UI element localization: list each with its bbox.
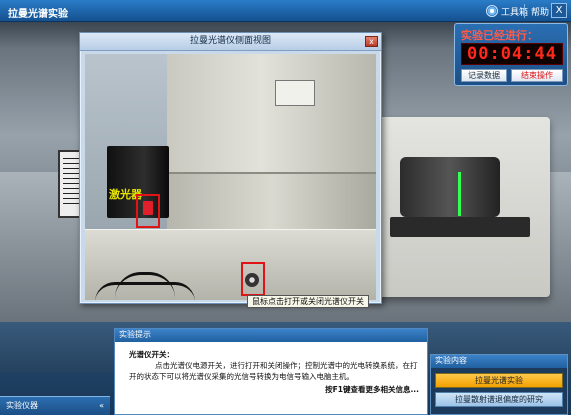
elapsed-label: 实验已经进行： [461, 29, 538, 42]
laser-switch-highlight[interactable] [136, 194, 160, 228]
tips-title: 实验提示 [115, 329, 427, 342]
app-title: 拉曼光谱实验 [8, 9, 68, 20]
record-data-button[interactable]: 记录数据 [461, 69, 507, 82]
end-operation-button[interactable]: 结束操作 [511, 69, 563, 82]
switch-tooltip: 鼠标点击打开或关闭光谱仪开关 [247, 295, 369, 308]
tips-text: 点击光谱仪电源开关，进行打开和关闭操作；控制光谱中的光电转换系统，在打开的状态下… [129, 361, 418, 381]
laser-beam [458, 172, 461, 216]
content-title: 实验内容 [431, 355, 567, 368]
dialog-title: 拉曼光谱仪侧面视图 [80, 33, 381, 51]
experiment-content-panel: 实验内容 拉曼光谱实验 拉曼散射谱退偏度的研究 [430, 354, 568, 415]
signal-cable [95, 282, 195, 300]
optical-device[interactable] [400, 157, 500, 217]
expand-arrow-icon[interactable]: « [99, 397, 104, 414]
title-bar: 拉曼光谱实验 工具箱 帮助 X [0, 0, 571, 22]
experiment-tips-panel: 实验提示 光谱仪开关： 点击光谱仪电源开关，进行打开和关闭操作；控制光谱中的光电… [114, 328, 428, 415]
spectrometer-body [167, 54, 376, 174]
help-button[interactable]: 帮助 [531, 5, 549, 18]
content-item-depolarization[interactable]: 拉曼散射谱退偏度的研究 [435, 392, 563, 407]
content-item-raman[interactable]: 拉曼光谱实验 [435, 373, 563, 388]
close-window-button[interactable]: X [551, 3, 567, 18]
spectrometer-side-view-dialog: 拉曼光谱仪侧面视图 x 激光器 [79, 32, 382, 304]
spectrometer-power-knob[interactable] [245, 273, 259, 287]
tips-help-hint: 按F1键查看更多相关信息... [325, 385, 419, 394]
side-view-image: 激光器 [85, 54, 376, 300]
tips-heading: 光谱仪开关： [129, 350, 174, 359]
instruments-panel-title: 实验仪器 [6, 401, 38, 410]
dialog-close-button[interactable]: x [365, 36, 378, 47]
optical-platform [390, 217, 530, 237]
elapsed-timer: 00:04:44 [461, 43, 563, 65]
toolbox-icon[interactable] [486, 5, 498, 17]
tips-body: 光谱仪开关： 点击光谱仪电源开关，进行打开和关闭操作；控制光谱中的光电转换系统，… [129, 349, 419, 395]
nameplate [275, 80, 315, 106]
experiment-status-panel: 实验已经进行： 00:04:44 记录数据 结束操作 [454, 23, 568, 86]
instruments-panel[interactable]: 实验仪器 « [0, 396, 110, 415]
titlebar-divider [524, 4, 525, 18]
